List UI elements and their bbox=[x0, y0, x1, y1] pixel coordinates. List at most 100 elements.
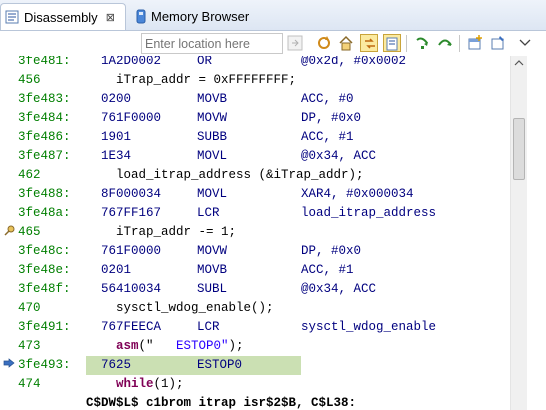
show-source-icon[interactable] bbox=[383, 34, 401, 52]
operands: ACC, #1 bbox=[301, 263, 354, 277]
line-number: 474 bbox=[18, 377, 41, 391]
line-number: 473 bbox=[18, 339, 41, 353]
tab-disassembly-label: Disassembly bbox=[24, 9, 98, 25]
view-menu-icon[interactable] bbox=[518, 34, 532, 52]
opcode-hex: 1A2D0002 bbox=[101, 56, 162, 68]
source-line[interactable]: 456 iTrap_addr = 0xFFFFFFFF; bbox=[0, 71, 510, 90]
mnemonic: LCR bbox=[197, 206, 220, 220]
string-literal: ESTOP0" bbox=[153, 339, 229, 353]
vertical-scrollbar[interactable] bbox=[510, 56, 527, 410]
new-view-icon[interactable] bbox=[466, 34, 484, 52]
operands: DP, #0x0 bbox=[301, 111, 362, 125]
asm-line[interactable]: 3fe484: 761F0000 MOVW DP, #0x0 bbox=[0, 109, 510, 128]
address: 3fe488: bbox=[18, 187, 71, 201]
opcode-hex: 1E34 bbox=[101, 149, 132, 163]
line-number: 456 bbox=[18, 73, 41, 87]
asm-line[interactable]: 3fe488: 8F000034 MOVL XAR4, #0x000034 bbox=[0, 185, 510, 204]
asm-line-current[interactable]: 3fe493: 7625 ESTOP0 bbox=[0, 356, 510, 375]
asm-line[interactable]: 3fe48c: 761F0000 MOVW DP, #0x0 bbox=[0, 242, 510, 261]
source-text: sysctl_wdog_enable(); bbox=[116, 301, 274, 315]
tab-memory-browser-label: Memory Browser bbox=[151, 9, 250, 24]
operands: ACC, #1 bbox=[301, 130, 354, 144]
line-number: 470 bbox=[18, 301, 41, 315]
asm-line[interactable]: 3fe48f: 56410034 SUBL @0x34, ACC bbox=[0, 280, 510, 299]
source-line[interactable]: 473 asm(" ESTOP0"); bbox=[0, 337, 510, 356]
source-fragment: (1); bbox=[153, 377, 184, 391]
address: 3fe484: bbox=[18, 111, 71, 125]
source-text: load_itrap_address (&iTrap_addr); bbox=[116, 168, 364, 182]
close-tab-icon[interactable]: ⊠ bbox=[106, 11, 115, 24]
disassembly-icon bbox=[5, 10, 19, 24]
asm-line[interactable]: 3fe48e: 0201 MOVB ACC, #1 bbox=[0, 261, 510, 280]
location-input[interactable] bbox=[141, 33, 283, 54]
source-line[interactable]: 470 sysctl_wdog_enable(); bbox=[0, 299, 510, 318]
scrollbar-thumb[interactable] bbox=[513, 118, 525, 180]
address: 3fe486: bbox=[18, 130, 71, 144]
home-icon[interactable] bbox=[337, 34, 355, 52]
scroll-up-icon[interactable] bbox=[514, 60, 524, 66]
operands: ACC, #0 bbox=[301, 92, 354, 106]
toolbar-separator bbox=[406, 35, 407, 52]
asm-line[interactable]: 3fe483: 0200 MOVB ACC, #0 bbox=[0, 90, 510, 109]
line-number: 465 bbox=[18, 225, 41, 239]
go-icon[interactable] bbox=[286, 34, 304, 52]
address: 3fe48e: bbox=[18, 263, 71, 277]
address: 3fe48a: bbox=[18, 206, 71, 220]
mnemonic: SUBL bbox=[197, 282, 228, 296]
mnemonic: MOVW bbox=[197, 111, 228, 125]
operands: XAR4, #0x000034 bbox=[301, 187, 414, 201]
source-line[interactable]: 462 load_itrap_address (&iTrap_addr); bbox=[0, 166, 510, 185]
mnemonic: LCR bbox=[197, 320, 220, 334]
symbol-label-line[interactable]: C$DW$L$ c1brom itrap isr$2$B, C$L38: bbox=[0, 394, 510, 410]
source-text: iTrap_addr -= 1; bbox=[116, 225, 237, 239]
mnemonic: MOVB bbox=[197, 263, 228, 277]
address: 3fe481: bbox=[18, 56, 71, 68]
breakpoint-icon[interactable] bbox=[3, 223, 17, 237]
symbol-label: C$DW$L$ c1brom itrap isr$2$B, C$L38: bbox=[86, 396, 357, 410]
source-text: while(1); bbox=[116, 375, 184, 394]
source-fragment: (" bbox=[138, 339, 154, 353]
operands: @0x34, ACC bbox=[301, 282, 377, 296]
asm-line[interactable]: 3fe491: 767FEECA LCR sysctl_wdog_enable bbox=[0, 318, 510, 337]
opcode-hex: 8F000034 bbox=[101, 187, 162, 201]
operands: sysctl_wdog_enable bbox=[301, 320, 437, 334]
asm-line[interactable]: 3fe487: 1E34 MOVL @0x34, ACC bbox=[0, 147, 510, 166]
opcode-hex: 761F0000 bbox=[101, 244, 162, 258]
operands: DP, #0x0 bbox=[301, 244, 362, 258]
asm-line[interactable]: 3fe48a: 767FF167 LCR load_itrap_address bbox=[0, 204, 510, 223]
link-with-debug-icon[interactable] bbox=[360, 34, 378, 52]
mnemonic: SUBB bbox=[197, 130, 228, 144]
opcode-hex: 761F0000 bbox=[101, 111, 162, 125]
opcode-hex: 0200 bbox=[101, 92, 132, 106]
source-line[interactable]: 474 while(1); bbox=[0, 375, 510, 394]
asm-line[interactable]: 3fe486: 1901 SUBB ACC, #1 bbox=[0, 128, 510, 147]
refresh-icon[interactable] bbox=[315, 34, 333, 52]
opcode-hex: 767FEECA bbox=[101, 320, 162, 334]
address: 3fe48f: bbox=[18, 282, 71, 296]
opcode-hex: 56410034 bbox=[101, 282, 162, 296]
program-counter-arrow-icon bbox=[3, 358, 15, 368]
source-line[interactable]: 465 iTrap_addr -= 1; bbox=[0, 223, 510, 242]
pin-icon[interactable] bbox=[489, 34, 507, 52]
tab-disassembly[interactable]: Disassembly ⊠ bbox=[0, 3, 126, 30]
asm-line[interactable]: 3fe481: 1A2D0002 OR @0x2d, #0x0002 bbox=[0, 56, 510, 71]
overview-ruler bbox=[527, 56, 546, 410]
mnemonic: MOVL bbox=[197, 187, 228, 201]
step-into-icon[interactable] bbox=[413, 34, 431, 52]
disassembly-listing[interactable]: 3fe481: 1A2D0002 OR @0x2d, #0x0002 456 i… bbox=[0, 56, 510, 410]
step-over-icon[interactable] bbox=[436, 34, 454, 52]
view-tab-bar: Disassembly ⊠ Memory Browser bbox=[0, 0, 546, 31]
source-text: asm(" ESTOP0"); bbox=[116, 337, 244, 356]
mnemonic: MOVW bbox=[197, 244, 228, 258]
memory-browser-icon bbox=[136, 9, 146, 24]
address: 3fe491: bbox=[18, 320, 71, 334]
address: 3fe493: bbox=[18, 358, 71, 372]
mnemonic: ESTOP0 bbox=[197, 358, 243, 372]
disassembly-toolbar bbox=[0, 31, 546, 56]
keyword: asm bbox=[116, 339, 139, 353]
tab-memory-browser[interactable]: Memory Browser bbox=[130, 3, 270, 30]
mnemonic: OR bbox=[197, 56, 213, 68]
opcode-hex: 767FF167 bbox=[101, 206, 162, 220]
opcode-hex: 7625 bbox=[101, 358, 132, 372]
operands: @0x34, ACC bbox=[301, 149, 377, 163]
